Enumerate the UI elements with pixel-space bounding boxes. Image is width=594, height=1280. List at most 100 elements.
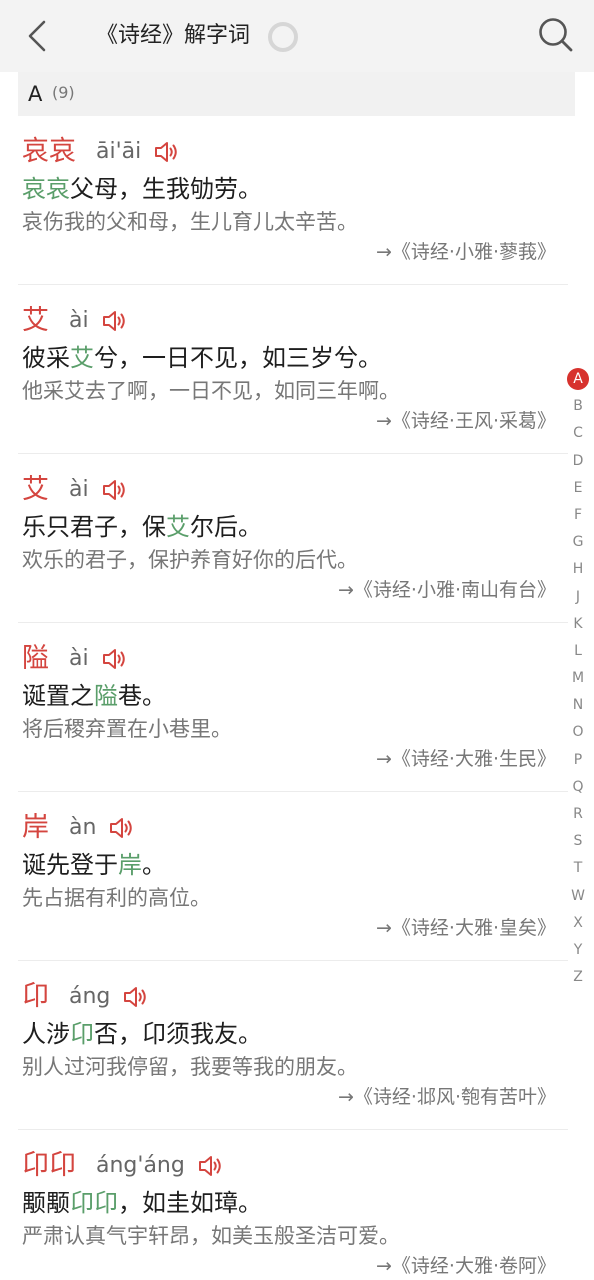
- alphabet-index: ABCDEFGHJKLMNOPQRSTWXYZ: [565, 366, 591, 991]
- index-letter-c[interactable]: C: [565, 420, 591, 447]
- index-letter-q[interactable]: Q: [565, 774, 591, 801]
- index-letter-n[interactable]: N: [565, 692, 591, 719]
- pronounce-button[interactable]: [122, 984, 148, 1010]
- entry-word: 卬: [22, 981, 49, 1012]
- entry-source-link[interactable]: →《诗经·大雅·生民》: [376, 745, 556, 773]
- top-bar: 《诗经》解字词: [0, 0, 594, 72]
- verse-highlight: 哀哀: [22, 175, 70, 203]
- entry-verse: 人涉卬否，卬须我友。: [22, 1016, 262, 1052]
- entry-verse: 乐只君子，保艾尔后。: [22, 509, 262, 545]
- entry-pinyin: ài: [69, 646, 89, 671]
- page-title: 《诗经》解字词: [96, 23, 251, 48]
- index-letter-r[interactable]: R: [565, 801, 591, 828]
- loading-ring-icon: [268, 22, 298, 52]
- pronounce-button[interactable]: [108, 815, 134, 841]
- entry-item[interactable]: 卬卬 áng'áng 颙颙卬卬，如圭如璋。 严肃认真气宇轩昂，如美玉般圣洁可爱。 →《诗…: [18, 1130, 568, 1280]
- entry-pinyin: ài: [69, 477, 89, 502]
- entry-item[interactable]: 哀哀 āi'āi 哀哀父母，生我劬劳。 哀伤我的父和母，生儿育儿太辛苦。 →《诗经·小雅…: [18, 116, 568, 285]
- chevron-left-icon: [28, 20, 46, 52]
- entry-source-link[interactable]: →《诗经·小雅·蓼莪》: [376, 238, 556, 266]
- index-letter-x[interactable]: X: [565, 910, 591, 937]
- entry-source-link[interactable]: →《诗经·小雅·南山有台》: [338, 576, 556, 604]
- verse-highlight: 卬卬: [70, 1189, 118, 1217]
- entry-item[interactable]: 隘 ài 诞置之隘巷。 将后稷弃置在小巷里。 →《诗经·大雅·生民》: [18, 623, 568, 792]
- index-letter-f[interactable]: F: [565, 502, 591, 529]
- entry-item[interactable]: 艾 ài 彼采艾兮，一日不见，如三岁兮。 他采艾去了啊，一日不见，如同三年啊。 →《诗经…: [18, 285, 568, 454]
- index-letter-j[interactable]: J: [565, 584, 591, 611]
- index-letter-a[interactable]: A: [565, 366, 591, 393]
- speaker-icon: [124, 987, 147, 1007]
- verse-after: 。: [142, 851, 166, 879]
- pronounce-button[interactable]: [101, 646, 127, 672]
- index-letter-s[interactable]: S: [565, 828, 591, 855]
- index-letter-label: N: [572, 697, 584, 714]
- pronounce-button[interactable]: [197, 1153, 223, 1179]
- entry-translation: 别人过河我停留，我要等我的朋友。: [22, 1055, 358, 1079]
- entry-source-link[interactable]: →《诗经·大雅·皇矣》: [376, 914, 556, 942]
- entry-translation: 严肃认真气宇轩昂，如美玉般圣洁可爱。: [22, 1224, 400, 1248]
- search-button[interactable]: [537, 16, 575, 54]
- index-letter-label: Y: [573, 941, 583, 958]
- entry-source-link[interactable]: →《诗经·王风·采葛》: [376, 407, 556, 435]
- entry-pinyin: ài: [69, 308, 89, 333]
- index-letter-m[interactable]: M: [565, 665, 591, 692]
- entry-verse: 诞先登于岸。: [22, 847, 166, 883]
- section-letter: A: [28, 82, 43, 106]
- verse-before: 乐只君子，保: [22, 513, 166, 541]
- entry-verse: 哀哀父母，生我劬劳。: [22, 171, 262, 207]
- verse-after: 否，卬须我友。: [94, 1020, 262, 1048]
- index-letter-label: D: [572, 452, 584, 469]
- verse-after: ，如圭如璋。: [118, 1189, 262, 1217]
- index-letter-o[interactable]: O: [565, 719, 591, 746]
- index-letter-t[interactable]: T: [565, 855, 591, 882]
- pronounce-button[interactable]: [101, 477, 127, 503]
- pronounce-button[interactable]: [101, 308, 127, 334]
- verse-after: 父母，生我劬劳。: [70, 175, 262, 203]
- index-letter-label: Z: [573, 969, 583, 986]
- entry-translation: 先占据有利的高位。: [22, 886, 211, 910]
- index-letter-p[interactable]: P: [565, 747, 591, 774]
- entry-item[interactable]: 卬 áng 人涉卬否，卬须我友。别人过河我停留，我要等我的朋友。 →《诗经·邶风·匏有…: [18, 961, 568, 1130]
- pronounce-button[interactable]: [153, 139, 179, 165]
- index-letter-b[interactable]: B: [565, 393, 591, 420]
- verse-highlight: 卬: [70, 1020, 94, 1048]
- verse-highlight: 岸: [118, 851, 142, 879]
- index-letter-z[interactable]: Z: [565, 964, 591, 991]
- entry-source-link[interactable]: →《诗经·大雅·卷阿》: [376, 1252, 556, 1280]
- verse-highlight: 隘: [94, 682, 118, 710]
- speaker-icon: [198, 1156, 221, 1176]
- verse-before: 诞置之: [22, 682, 94, 710]
- index-letter-g[interactable]: G: [565, 529, 591, 556]
- index-letter-l[interactable]: L: [565, 638, 591, 665]
- index-letter-d[interactable]: D: [565, 448, 591, 475]
- index-letter-label: E: [573, 479, 583, 496]
- entry-item[interactable]: 岸 àn 诞先登于岸。 先占据有利的高位。 →《诗经·大雅·皇矣》: [18, 792, 568, 961]
- entry-head: 卬卬 áng'áng: [22, 1148, 223, 1184]
- entry-head: 隘 ài: [22, 641, 127, 677]
- speaker-icon: [155, 142, 177, 162]
- index-letter-y[interactable]: Y: [565, 937, 591, 964]
- verse-before: 诞先登于: [22, 851, 118, 879]
- entry-source-link[interactable]: →《诗经·邶风·匏有苦叶》: [338, 1083, 556, 1111]
- index-letter-w[interactable]: W: [565, 883, 591, 910]
- entry-word: 艾: [22, 305, 49, 336]
- index-letter-label: F: [573, 506, 583, 523]
- verse-highlight: 艾: [166, 513, 190, 541]
- index-letter-h[interactable]: H: [565, 556, 591, 583]
- index-letter-e[interactable]: E: [565, 475, 591, 502]
- verse-highlight: 艾: [70, 344, 94, 372]
- index-letter-label: K: [573, 615, 583, 632]
- entry-item[interactable]: 艾 ài 乐只君子，保艾尔后。 欢乐的君子，保护养育好你的后代。 →《诗经·小雅·南山有…: [18, 454, 568, 623]
- speaker-icon: [110, 818, 133, 838]
- entry-head: 岸 àn: [22, 810, 134, 846]
- index-letter-k[interactable]: K: [565, 611, 591, 638]
- entry-pinyin: áng'áng: [96, 1153, 185, 1178]
- verse-before: 彼采: [22, 344, 70, 372]
- index-letter-label: O: [572, 724, 584, 741]
- speaker-icon: [102, 311, 125, 331]
- entry-head: 卬 áng: [22, 979, 148, 1015]
- back-button[interactable]: [22, 18, 56, 54]
- entry-translation: 他采艾去了啊，一日不见，如同三年啊。: [22, 379, 400, 403]
- entry-word: 艾: [22, 474, 49, 505]
- entry-pinyin: āi'āi: [96, 139, 142, 164]
